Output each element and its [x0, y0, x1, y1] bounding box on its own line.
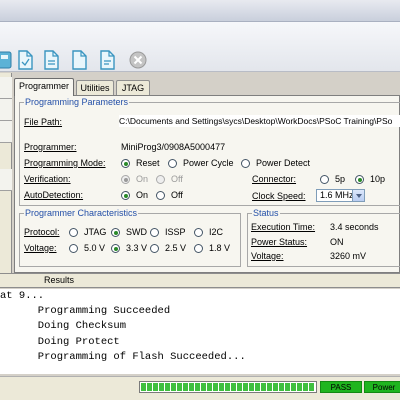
connector-10p-text: 10p — [370, 174, 386, 184]
power-status-label: Power Status: — [251, 237, 308, 247]
voltage-5v-text: 5.0 V — [84, 243, 106, 253]
programming-mode-reset-text: Reset — [136, 158, 160, 168]
toolbar — [0, 22, 400, 72]
left-pane-row[interactable] — [0, 121, 12, 143]
left-pane-row[interactable] — [0, 169, 12, 191]
results-output[interactable]: at 9... Programming Succeeded Doing Chec… — [0, 289, 400, 374]
protocol-swd-text: SWD — [126, 227, 147, 237]
tab-jtag[interactable]: JTAG — [116, 80, 150, 96]
connector-5p-text: 5p — [335, 174, 346, 184]
verification-on-radio[interactable] — [121, 175, 130, 184]
voltage-3v3-radio[interactable] — [111, 244, 120, 253]
clock-speed-select[interactable]: 1.6 MHz — [316, 189, 365, 202]
pass-indicator: PASS — [320, 381, 362, 393]
programmer-value: MiniProg3/0908A5000477 — [121, 142, 226, 152]
file-path-field[interactable]: C:\Documents and Settings\sycs\Desktop\W… — [119, 115, 400, 127]
autodetection-off-text: Off — [171, 190, 183, 200]
programming-mode-power-cycle-text: Power Cycle — [183, 158, 234, 168]
left-pane-row[interactable] — [0, 99, 12, 121]
voltage-3v3-text: 3.3 V — [126, 243, 148, 253]
power-status-value: ON — [330, 237, 344, 247]
voltage-2v5-text: 2.5 V — [165, 243, 187, 253]
voltage-1v8-radio[interactable] — [194, 244, 203, 253]
connector-label: Connector: — [252, 174, 297, 184]
output-line: Doing Checksum — [0, 320, 127, 333]
clock-speed-label: Clock Speed: — [252, 191, 306, 201]
programming-mode-label: Programming Mode: — [24, 158, 106, 168]
programmer-characteristics-group: Programmer Characteristics — [19, 208, 241, 267]
tab-utilities[interactable]: Utilities — [76, 80, 114, 96]
progress-bar — [139, 381, 317, 393]
connector-5p-radio[interactable] — [320, 175, 329, 184]
protocol-label: Protocol: — [24, 227, 60, 237]
document-icon[interactable] — [42, 50, 60, 70]
output-line: Programming Succeeded — [0, 305, 171, 318]
verification-off-text: Off — [171, 174, 183, 184]
document-icon[interactable] — [98, 50, 116, 70]
left-pane-row[interactable] — [0, 77, 12, 99]
tab-programmer[interactable]: Programmer — [14, 78, 74, 96]
autodetection-off-radio[interactable] — [156, 191, 165, 200]
programmer-label: Programmer: — [24, 142, 77, 152]
protocol-issp-text: ISSP — [165, 227, 186, 237]
protocol-issp-radio[interactable] — [150, 228, 159, 237]
document-icon[interactable] — [70, 50, 88, 70]
chevron-down-icon[interactable] — [352, 190, 364, 201]
protocol-jtag-text: JTAG — [84, 227, 107, 237]
programming-parameters-legend: Programming Parameters — [25, 97, 129, 107]
window-title-bar — [0, 0, 400, 22]
autodetection-label: AutoDetection: — [24, 190, 84, 200]
status-voltage-label: Voltage: — [251, 251, 284, 261]
progress-fill — [141, 383, 315, 391]
programming-mode-power-cycle-radio[interactable] — [168, 159, 177, 168]
power-indicator: Power — [364, 381, 400, 393]
autodetection-on-text: On — [136, 190, 149, 200]
protocol-i2c-text: I2C — [209, 227, 224, 237]
protocol-jtag-radio[interactable] — [69, 228, 78, 237]
output-line: Programming of Flash Succeeded... — [0, 350, 246, 363]
document-icon[interactable] — [16, 50, 34, 70]
results-tab[interactable]: Results — [44, 275, 74, 285]
programming-mode-power-detect-radio[interactable] — [241, 159, 250, 168]
output-line: at 9... — [0, 290, 45, 302]
verification-label: Verification: — [24, 174, 71, 184]
programming-mode-power-detect-text: Power Detect — [256, 158, 311, 168]
programmer-characteristics-legend: Programmer Characteristics — [25, 208, 138, 218]
programming-mode-reset-radio[interactable] — [121, 159, 130, 168]
clock-speed-value: 1.6 MHz — [320, 190, 354, 200]
verification-off-radio[interactable] — [156, 175, 165, 184]
programmer-tab-panel: Programming Parameters File Path: C:\Doc… — [14, 95, 400, 273]
voltage-label: Voltage: — [24, 243, 57, 253]
tab-strip: Programmer Utilities JTAG — [14, 78, 400, 96]
verification-on-text: On — [136, 174, 149, 184]
protocol-swd-radio[interactable] — [111, 228, 120, 237]
document-save-icon[interactable] — [0, 50, 14, 70]
left-pane — [0, 73, 12, 273]
status-voltage-value: 3260 mV — [330, 251, 367, 261]
file-path-label: File Path: — [24, 117, 63, 127]
voltage-2v5-radio[interactable] — [150, 244, 159, 253]
voltage-1v8-text: 1.8 V — [209, 243, 231, 253]
stop-icon[interactable] — [129, 51, 147, 71]
execution-time-label: Execution Time: — [251, 222, 316, 232]
autodetection-on-radio[interactable] — [121, 191, 130, 200]
protocol-i2c-radio[interactable] — [194, 228, 203, 237]
connector-10p-radio[interactable] — [355, 175, 364, 184]
status-legend: Status — [253, 208, 279, 218]
output-line: Doing Protect — [0, 335, 120, 348]
voltage-5v-radio[interactable] — [69, 244, 78, 253]
execution-time-value: 3.4 seconds — [330, 222, 379, 232]
